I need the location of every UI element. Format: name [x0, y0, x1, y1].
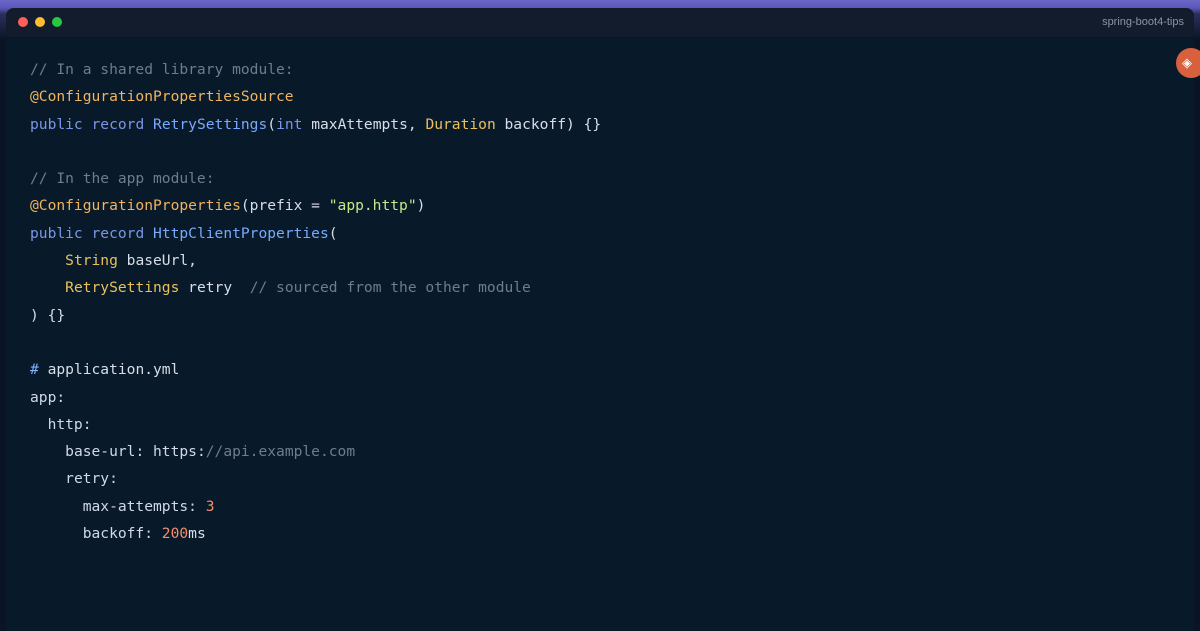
code-text: ( — [267, 115, 277, 133]
floating-action-button[interactable]: ◈ — [1176, 48, 1200, 78]
code-line: public record RetrySettings(int maxAttem… — [30, 111, 601, 138]
yaml-key: http: — [47, 415, 92, 433]
yaml-key: max-attempts: — [82, 497, 206, 515]
class-name: RetrySettings — [153, 115, 268, 133]
string-literal: "app.http" — [328, 197, 417, 215]
type-name: Duration — [425, 115, 496, 133]
number-literal: 3 — [205, 497, 215, 515]
yaml-comment-hash: # — [30, 361, 39, 379]
comment: // In the app module: — [30, 170, 215, 188]
code-text: baseUrl, — [117, 252, 197, 270]
maximize-dot-icon[interactable] — [52, 17, 62, 27]
code-line: RetrySettings retry // sourced from the … — [30, 274, 601, 301]
comment: //api.example.com — [205, 443, 356, 461]
code-line: base-url: https://api.example.com — [30, 438, 601, 465]
type-name: String — [65, 252, 118, 270]
annotation: @ConfigurationPropertiesSource — [30, 88, 294, 106]
code-text: application.yml — [38, 361, 180, 379]
code-line: max-attempts: 3 — [30, 493, 601, 520]
comment: // sourced from the other module — [249, 279, 531, 297]
code-line: @ConfigurationPropertiesSource — [30, 83, 601, 110]
code-line: // In a shared library module: — [30, 56, 601, 83]
yaml-key: backoff: — [82, 525, 162, 543]
yaml-key: retry: — [65, 470, 118, 488]
title-bar: spring-boot4-tips — [6, 8, 1194, 38]
close-dot-icon[interactable] — [18, 17, 28, 27]
comment: // In a shared library module: — [30, 61, 294, 78]
code-text: ) — [416, 197, 426, 215]
code-line: @ConfigurationProperties(prefix = "app.h… — [30, 192, 601, 219]
code-line: // In the app module: — [30, 165, 601, 192]
diamond-icon: ◈ — [1182, 55, 1192, 71]
minimize-dot-icon[interactable] — [35, 17, 45, 27]
yaml-key: base-url: https: — [65, 443, 206, 461]
code-line: # application.yml — [30, 356, 601, 383]
code-text: backoff) {} — [495, 115, 602, 133]
code-text: ms — [188, 525, 206, 543]
code-line: String baseUrl, — [30, 247, 601, 274]
code-text: maxAttempts, — [302, 115, 426, 133]
keyword: int — [276, 115, 303, 133]
code-line: ) {} — [30, 302, 601, 329]
keyword: public — [30, 224, 83, 242]
keyword: record — [91, 224, 145, 242]
code-text: ) {} — [30, 306, 66, 324]
code-text: (prefix = — [240, 197, 329, 215]
code-text: retry — [179, 279, 250, 297]
number-literal: 200 — [161, 525, 189, 543]
keyword: public — [30, 115, 83, 133]
code-line: retry: — [30, 465, 601, 492]
annotation: @ConfigurationProperties — [30, 197, 241, 215]
code-line: public record HttpClientProperties( — [30, 220, 601, 247]
keyword: record — [91, 115, 145, 133]
window-title: spring-boot4-tips — [1102, 16, 1184, 28]
code-line: http: — [30, 411, 601, 438]
code-text: ( — [328, 224, 338, 242]
type-name: RetrySettings — [65, 279, 180, 297]
yaml-key: app: — [30, 388, 66, 406]
code-line: backoff: 200ms — [30, 520, 601, 547]
code-block: // In a shared library module: @Configur… — [30, 56, 601, 547]
class-name: HttpClientProperties — [153, 224, 329, 242]
code-line: app: — [30, 384, 601, 411]
code-window: spring-boot4-tips // In a shared library… — [6, 8, 1194, 631]
